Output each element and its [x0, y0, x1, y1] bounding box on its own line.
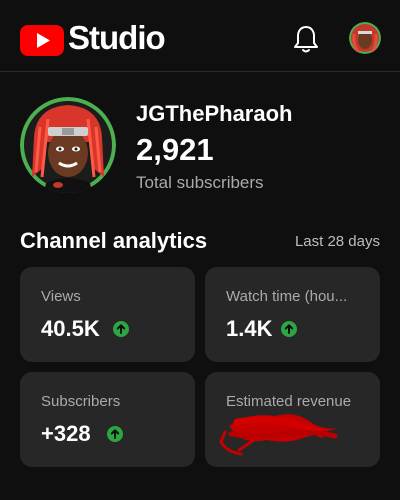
trend-up-icon	[113, 321, 129, 337]
top-app-bar: Studio	[0, 0, 400, 72]
trend-up-icon	[107, 426, 123, 442]
channel-avatar[interactable]	[20, 97, 116, 193]
analytics-section-title: Channel analytics	[20, 228, 208, 253]
estimated-revenue-card[interactable]: Estimated revenue	[205, 372, 380, 467]
avatar-image	[349, 22, 381, 54]
views-card-label: Views	[41, 288, 81, 305]
subscriber-count: 2,921	[136, 132, 214, 167]
account-avatar[interactable]	[349, 22, 381, 54]
watch-time-card[interactable]: Watch time (hou... 1.4K	[205, 267, 380, 362]
youtube-play-icon[interactable]	[20, 25, 64, 56]
watch-time-card-value: 1.4K	[226, 316, 273, 341]
channel-name: JGThePharaoh	[136, 101, 293, 126]
subscribers-card[interactable]: Subscribers +328	[20, 372, 195, 467]
views-card-value: 40.5K	[41, 316, 100, 341]
redaction-scribble	[219, 414, 339, 456]
trend-up-icon	[281, 321, 297, 337]
bell-icon[interactable]	[292, 24, 320, 54]
channel-avatar-image	[20, 97, 116, 193]
subscribers-card-label: Subscribers	[41, 393, 121, 410]
views-card[interactable]: Views 40.5K	[20, 267, 195, 362]
watch-time-card-label: Watch time (hou...	[226, 288, 348, 305]
analytics-date-range[interactable]: Last 28 days	[295, 232, 380, 252]
subscriber-count-label: Total subscribers	[136, 173, 264, 192]
studio-logo-text[interactable]: Studio	[68, 18, 166, 58]
subscribers-card-value: +328	[41, 421, 91, 446]
